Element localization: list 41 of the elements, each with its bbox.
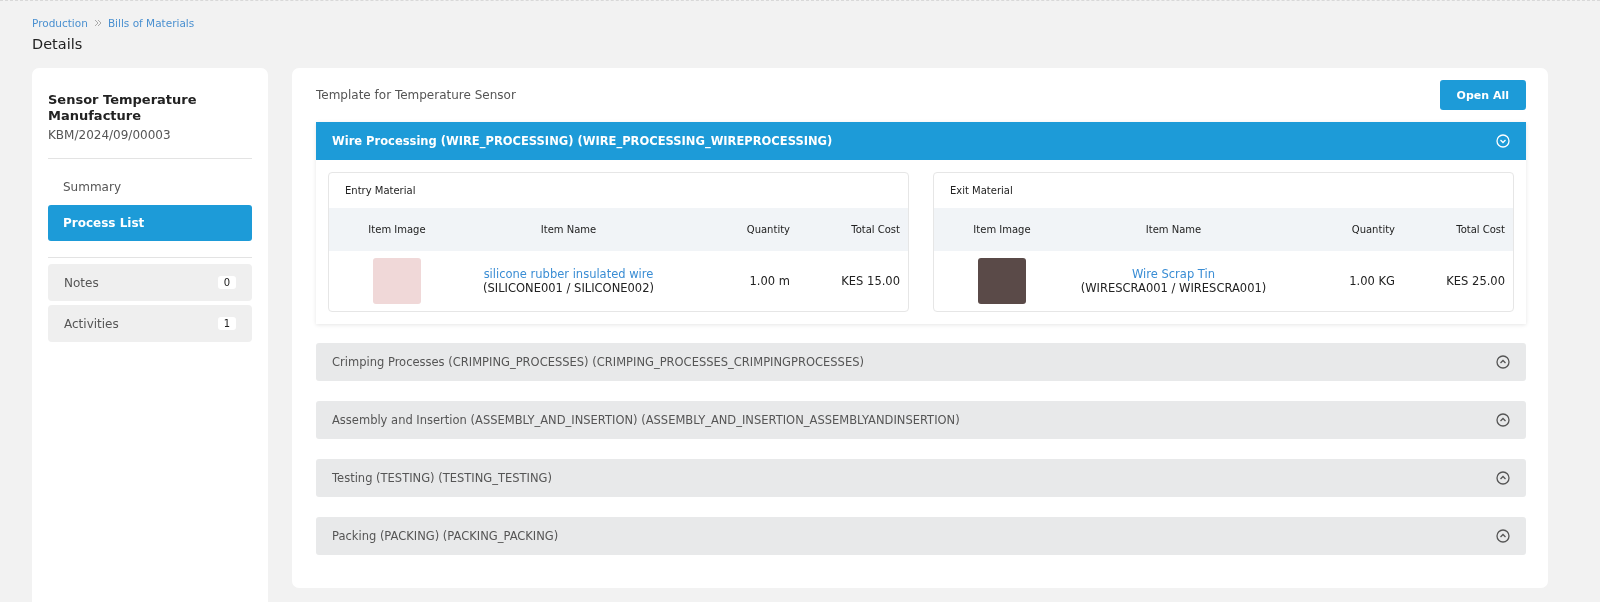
count-badge: 1 <box>217 317 236 330</box>
table-title: Entry Material <box>344 184 417 198</box>
count-badge: 0 <box>217 276 236 289</box>
column-header: Item Image <box>973 224 1031 235</box>
column-header: Total Cost <box>1456 224 1505 235</box>
table-cell: KES 15.00 <box>841 274 900 288</box>
process-accordion-header[interactable]: Crimping Processes (CRIMPING_PROCESSES) (CRIMPING_PROCESSES_CRIMPINGPROCESSES) <box>316 343 1526 381</box>
chevron-up-circle-icon <box>1496 529 1510 543</box>
table-cell: 1.00 m <box>749 274 790 288</box>
process-accordion-header[interactable]: Packing (PACKING) (PACKING_PACKING) <box>316 517 1526 555</box>
page-title: Details <box>32 36 84 52</box>
chevron-up-circle-icon <box>1496 355 1510 369</box>
chevron-down-circle-icon <box>1496 134 1510 148</box>
photo-placeholder <box>978 258 1026 304</box>
column-header: Total Cost <box>851 224 900 235</box>
chevron-up-circle-icon <box>1496 471 1510 485</box>
item-name-link[interactable]: silicone rubber insulated wire <box>483 267 654 281</box>
column-header: Item Name <box>540 224 597 235</box>
item-codes: (SILICONE001 / SILICONE002) <box>483 281 654 295</box>
template-name: Template for Temperature Sensor <box>316 88 516 102</box>
record-title: Sensor Temperature Manufacture <box>48 92 198 124</box>
sidebar-nav-item[interactable]: Summary <box>48 169 252 205</box>
process-accordion-header[interactable]: Assembly and Insertion (ASSEMBLY_AND_INSERTION) (ASSEMBLY_AND_INSERTION_ASSEMBLYANDINSERTION) <box>316 401 1526 439</box>
column-header: Item Image <box>368 224 426 235</box>
table-cell: KES 25.00 <box>1446 274 1505 288</box>
item-name-link[interactable]: Wire Scrap Tin <box>1131 267 1215 281</box>
table-cell: 1.00 KG <box>1349 274 1395 288</box>
record-code: KBM/2024/09/00003 <box>48 128 172 142</box>
item-codes: (WIRESCRA001 / WIRESCRA001) <box>1080 281 1267 295</box>
process-accordion-header[interactable]: Testing (TESTING) (TESTING_TESTING) <box>316 459 1526 497</box>
photo-placeholder <box>373 258 421 304</box>
sidebar-panel-item[interactable]: Activities 1 <box>48 305 252 342</box>
panel-label: Notes <box>64 275 99 290</box>
chevrons-right-icon <box>93 19 102 27</box>
column-header: Quantity <box>1351 224 1395 235</box>
chevron-up-circle-icon <box>1496 413 1510 427</box>
table-title: Exit Material <box>949 184 1014 198</box>
panel-label: Activities <box>64 316 119 331</box>
sidebar-panel-item[interactable]: Notes 0 <box>48 264 252 301</box>
column-header: Item Name <box>1145 224 1202 235</box>
column-header: Quantity <box>746 224 790 235</box>
